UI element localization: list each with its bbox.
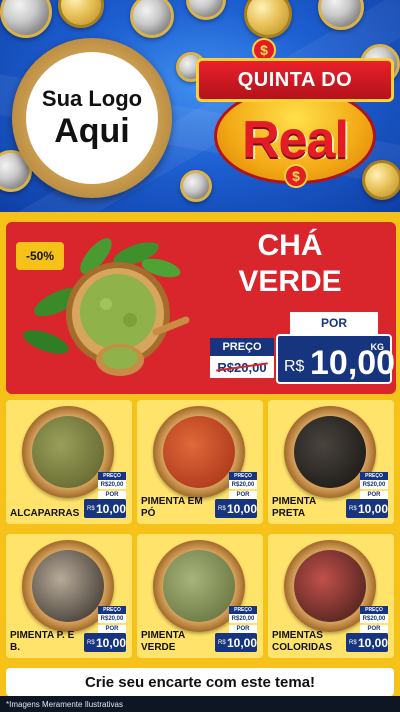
product-card[interactable]: ALCAPARRAS PREÇO R$20,00 POR R$ 10,00 [6, 400, 132, 524]
product-card[interactable]: PIMENTA PRETA PREÇO R$20,00 POR R$ 10,00 [268, 400, 394, 524]
mini-old-label: PREÇO [98, 606, 126, 614]
mini-currency: R$ [218, 640, 226, 646]
mini-old-price: R$20,00 [360, 480, 388, 489]
mini-new-price: R$ 10,00 [346, 499, 388, 518]
old-price-tag: PREÇO R$20,00 [210, 338, 274, 382]
price-unit: KG [370, 342, 385, 352]
mini-price: 10,00 [96, 636, 127, 650]
mini-new-label: POR [229, 625, 257, 633]
mini-price-tag: PREÇO R$20,00 POR R$ 10,00 [346, 472, 388, 518]
footer-note: *Imagens Meramente Ilustrativas [0, 696, 400, 712]
mini-currency: R$ [349, 640, 357, 646]
product-name: PIMENTA EM PÓ [141, 496, 203, 519]
mini-price: 10,00 [96, 502, 127, 516]
mini-old-label: PREÇO [229, 606, 257, 614]
product-card[interactable]: PIMENTA EM PÓ PREÇO R$20,00 POR R$ 10,00 [137, 400, 263, 524]
mini-old-label: PREÇO [98, 472, 126, 480]
mini-new-label: POR [229, 491, 257, 499]
new-price-tag: R$ 10,00 KG [276, 334, 395, 384]
badge-main-label: Real [242, 111, 349, 169]
header-banner: Sua Logo Aqui $ QUINTA DO Real $ [0, 0, 400, 212]
mini-price-tag: PREÇO R$20,00 POR R$ 10,00 [215, 606, 257, 652]
mini-price-tag: PREÇO R$20,00 POR R$ 10,00 [84, 606, 126, 652]
cta-banner[interactable]: Crie seu encarte com este tema! [6, 668, 394, 696]
mini-price: 10,00 [358, 636, 389, 650]
currency-symbol: R$ [284, 358, 305, 375]
mini-price-tag: PREÇO R$20,00 POR R$ 10,00 [215, 472, 257, 518]
logo-line2: Aqui [54, 112, 130, 150]
old-price-label: PREÇO [210, 338, 274, 356]
mini-new-label: POR [98, 491, 126, 499]
mini-new-price: R$ 10,00 [84, 633, 126, 652]
product-card[interactable]: PIMENTAS COLORIDAS PREÇO R$20,00 POR R$ … [268, 534, 394, 658]
logo-placeholder: Sua Logo Aqui [26, 52, 158, 184]
mini-old-label: PREÇO [360, 472, 388, 480]
product-card[interactable]: PIMENTA P. E B. PREÇO R$20,00 POR R$ 10,… [6, 534, 132, 658]
mini-currency: R$ [218, 506, 226, 512]
product-name: PIMENTA PRETA [272, 496, 316, 519]
product-card[interactable]: PIMENTA VERDE PREÇO R$20,00 POR R$ 10,00 [137, 534, 263, 658]
featured-product-title: CHÁ VERDE [220, 228, 360, 300]
discount-badge: -50% [16, 242, 64, 270]
mini-price-tag: PREÇO R$20,00 POR R$ 10,00 [84, 472, 126, 518]
mini-price: 10,00 [227, 502, 258, 516]
mini-currency: R$ [87, 506, 95, 512]
logo-line1: Sua Logo [41, 86, 143, 111]
mini-new-label: POR [98, 625, 126, 633]
new-price-label: POR [290, 312, 378, 334]
title-line2: VERDE [238, 265, 342, 298]
badge-top-label: QUINTA DO [196, 58, 394, 102]
coin-icon [186, 0, 226, 20]
mini-old-price: R$20,00 [229, 614, 257, 623]
coin-icon [0, 0, 52, 38]
mini-new-price: R$ 10,00 [215, 499, 257, 518]
title-line1: CHÁ [257, 229, 323, 262]
mini-price: 10,00 [227, 636, 258, 650]
quinta-do-real-badge: $ QUINTA DO Real $ [196, 38, 394, 190]
mini-old-price: R$20,00 [98, 614, 126, 623]
mini-new-label: POR [360, 625, 388, 633]
mini-new-price: R$ 10,00 [346, 633, 388, 652]
product-name: PIMENTA P. E B. [10, 630, 75, 653]
mini-new-label: POR [360, 491, 388, 499]
mini-old-label: PREÇO [229, 472, 257, 480]
mini-price: 10,00 [358, 502, 389, 516]
mini-new-price: R$ 10,00 [84, 499, 126, 518]
product-name: ALCAPARRAS [10, 508, 80, 519]
mini-old-price: R$20,00 [98, 480, 126, 489]
mini-currency: R$ [87, 640, 95, 646]
mini-old-price: R$20,00 [360, 614, 388, 623]
mini-currency: R$ [349, 506, 357, 512]
product-name: PIMENTA VERDE [141, 630, 185, 653]
mini-old-label: PREÇO [360, 606, 388, 614]
dollar-icon: $ [284, 164, 308, 188]
coin-icon [130, 0, 174, 38]
mini-old-price: R$20,00 [229, 480, 257, 489]
product-name: PIMENTAS COLORIDAS [272, 630, 332, 653]
coin-icon [58, 0, 104, 28]
old-price-value: R$20,00 [210, 356, 274, 378]
mini-new-price: R$ 10,00 [215, 633, 257, 652]
coin-icon [244, 0, 292, 38]
mini-price-tag: PREÇO R$20,00 POR R$ 10,00 [346, 606, 388, 652]
